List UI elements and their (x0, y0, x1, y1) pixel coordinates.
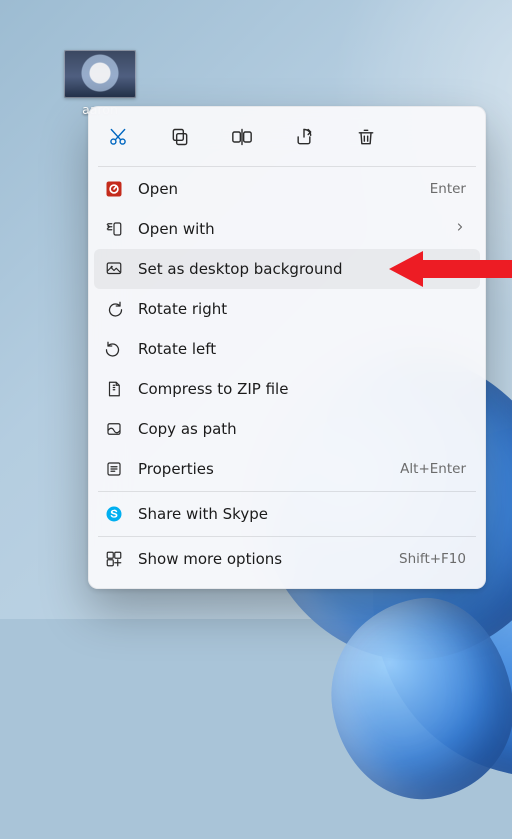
menu-accelerator: Enter (430, 181, 466, 197)
menu-label: Properties (138, 460, 386, 478)
menu-label: Rotate left (138, 340, 466, 358)
menu-label: Rotate right (138, 300, 466, 318)
menu-separator (98, 536, 476, 537)
copy-path-icon (104, 419, 124, 439)
skype-icon (104, 504, 124, 524)
menu-label: Share with Skype (138, 505, 466, 523)
menu-accelerator: Shift+F10 (399, 551, 466, 567)
open-app-icon (104, 179, 124, 199)
menu-item-properties[interactable]: Properties Alt+Enter (94, 449, 480, 489)
menu-label: Copy as path (138, 420, 466, 438)
cut-icon (108, 127, 128, 147)
more-options-icon (104, 549, 124, 569)
menu-label: Open (138, 180, 416, 198)
menu-item-copy-as-path[interactable]: Copy as path (94, 409, 480, 449)
menu-separator (98, 166, 476, 167)
submenu-chevron (454, 221, 466, 237)
chevron-right-icon (454, 221, 466, 233)
context-menu: Open Enter Open with (88, 106, 486, 589)
menu-item-rotate-left[interactable]: Rotate left (94, 329, 480, 369)
rotate-left-icon (104, 339, 124, 359)
delete-icon (356, 127, 376, 147)
share-button[interactable] (286, 120, 322, 154)
menu-label: Open with (138, 220, 440, 238)
menu-accelerator: Alt+Enter (400, 461, 466, 477)
properties-icon (104, 459, 124, 479)
zip-icon (104, 379, 124, 399)
rename-icon (231, 127, 253, 147)
desktop-background: aaron (0, 0, 512, 619)
copy-icon (170, 127, 190, 147)
menu-label: Show more options (138, 550, 385, 568)
file-thumbnail (64, 50, 136, 98)
copy-button[interactable] (162, 120, 198, 154)
context-icon-bar (94, 114, 480, 164)
menu-separator (98, 491, 476, 492)
share-icon (294, 127, 314, 147)
menu-label: Set as desktop background (138, 260, 466, 278)
menu-item-more-options[interactable]: Show more options Shift+F10 (94, 539, 480, 579)
menu-item-open-with[interactable]: Open with (94, 209, 480, 249)
menu-label: Compress to ZIP file (138, 380, 466, 398)
delete-button[interactable] (348, 120, 384, 154)
menu-item-set-background[interactable]: Set as desktop background (94, 249, 480, 289)
rename-button[interactable] (224, 120, 260, 154)
menu-item-share-skype[interactable]: Share with Skype (94, 494, 480, 534)
menu-item-compress-zip[interactable]: Compress to ZIP file (94, 369, 480, 409)
open-with-icon (104, 219, 124, 239)
cut-button[interactable] (100, 120, 136, 154)
rotate-right-icon (104, 299, 124, 319)
set-background-icon (104, 259, 124, 279)
menu-item-open[interactable]: Open Enter (94, 169, 480, 209)
menu-item-rotate-right[interactable]: Rotate right (94, 289, 480, 329)
